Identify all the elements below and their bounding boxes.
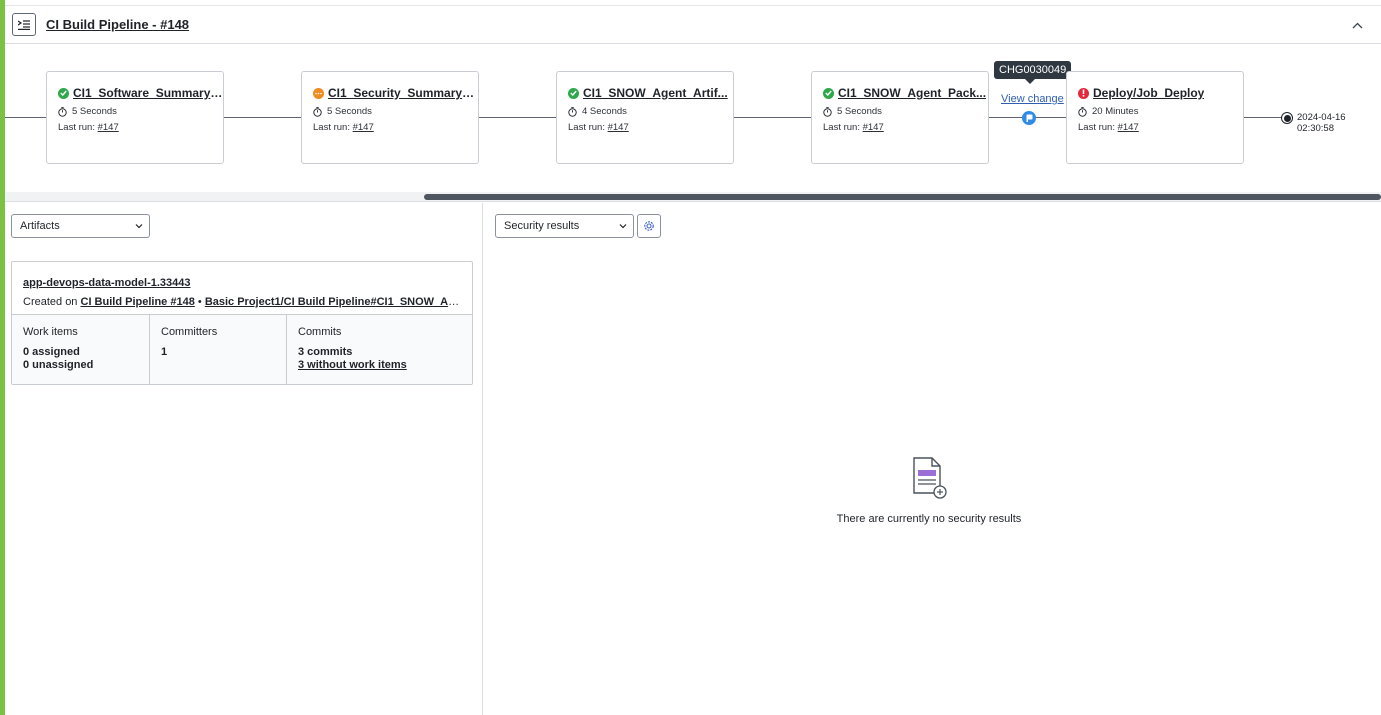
stage-name-link[interactable]: CI1_SNOW_Agent_Pack... — [838, 86, 986, 100]
created-pipeline-link[interactable]: CI Build Pipeline #148 — [81, 296, 195, 308]
stage-duration: 5 Seconds — [837, 106, 882, 117]
security-results-select[interactable]: Security results — [495, 214, 634, 238]
last-run-label: Last run: — [1078, 122, 1115, 133]
stage-last-run: Last run: #147 — [823, 122, 988, 133]
stage-last-run: Last run: #147 — [313, 122, 478, 133]
pipeline-connector — [479, 117, 556, 118]
stopwatch-icon — [313, 106, 322, 117]
stage-card[interactable]: Deploy/Job_Deploy 20 Minutes Last run: #… — [1066, 71, 1244, 164]
stage-name-link[interactable]: CI1_Software_Summary/... — [73, 86, 223, 100]
created-prefix: Created on — [23, 296, 78, 308]
stopwatch-icon — [58, 106, 67, 117]
stage-last-run: Last run: #147 — [1078, 122, 1243, 133]
success-icon — [823, 87, 834, 99]
stage-name-link[interactable]: Deploy/Job_Deploy — [1093, 86, 1204, 100]
toggle-sidebar-button[interactable] — [12, 13, 36, 36]
security-settings-button[interactable] — [637, 214, 661, 238]
committers-metric: Committers 1 — [150, 315, 287, 384]
last-run-label: Last run: — [823, 122, 860, 133]
end-time: 02:30:58 — [1297, 123, 1334, 134]
in-progress-icon — [313, 87, 324, 99]
artifact-card: app-devops-data-model-1.33443 Created on… — [11, 261, 473, 385]
artifacts-select-value: Artifacts — [20, 220, 60, 232]
chevron-down-icon — [619, 224, 627, 229]
metric-label: Commits — [298, 326, 342, 338]
pipeline-connector — [1243, 117, 1285, 118]
artifact-created: Created on CI Build Pipeline #148 • Basi… — [23, 296, 463, 308]
stage-name-link[interactable]: CI1_Security_Summary_... — [328, 86, 478, 100]
change-tooltip: CHG0030049 — [994, 61, 1072, 84]
created-separator: • — [197, 296, 202, 308]
stage-card[interactable]: CI1_SNOW_Agent_Pack... 5 Seconds Last ru… — [811, 71, 989, 164]
empty-message: There are currently no security results — [836, 513, 1022, 525]
security-select-value: Security results — [504, 220, 580, 232]
work-items-unassigned: 0 unassigned — [23, 359, 94, 371]
success-icon — [568, 87, 579, 99]
pipeline-scrollbar[interactable] — [5, 192, 1381, 202]
last-run-label: Last run: — [58, 122, 95, 133]
metric-label: Committers — [161, 326, 218, 338]
success-icon — [58, 87, 69, 99]
committers-count: 1 — [161, 346, 168, 358]
error-icon — [1078, 87, 1089, 99]
stage-duration: 4 Seconds — [582, 106, 627, 117]
metric-label: Work items — [23, 326, 78, 338]
pipeline-flow: CI1_Software_Summary/... 5 Seconds Last … — [5, 44, 1381, 192]
stage-card[interactable]: CI1_Security_Summary_... 5 Seconds Last … — [301, 71, 479, 164]
work-items-metric: Work items 0 assigned 0 unassigned — [12, 315, 150, 384]
chevron-down-icon — [135, 224, 143, 229]
last-run-link[interactable]: #147 — [1118, 122, 1139, 133]
artifact-metrics: Work items 0 assigned 0 unassigned Commi… — [12, 315, 472, 384]
flag-icon — [1026, 114, 1032, 122]
stopwatch-icon — [1078, 106, 1087, 117]
document-add-icon — [913, 457, 947, 499]
stopwatch-icon — [823, 106, 832, 117]
stage-duration: 20 Minutes — [1092, 106, 1139, 117]
commits-without-work-items-link[interactable]: 3 without work items — [298, 359, 407, 371]
gear-icon — [644, 221, 654, 231]
pipeline-connector — [5, 117, 47, 118]
artifacts-panel: Artifacts app-devops-data-model-1.33443 … — [5, 203, 483, 715]
artifact-header: app-devops-data-model-1.33443 Created on… — [12, 262, 472, 315]
stage-duration: 5 Seconds — [72, 106, 117, 117]
scrollbar-thumb[interactable] — [424, 194, 1381, 200]
change-node[interactable] — [1022, 111, 1036, 125]
page-title[interactable]: CI Build Pipeline - #148 — [46, 17, 189, 32]
stage-last-run: Last run: #147 — [568, 122, 733, 133]
last-run-link[interactable]: #147 — [608, 122, 629, 133]
pipeline-end-node — [1281, 112, 1293, 124]
stage-last-run: Last run: #147 — [58, 122, 223, 133]
stage-card[interactable]: CI1_SNOW_Agent_Artif... 4 Seconds Last r… — [556, 71, 734, 164]
list-indent-icon — [18, 19, 30, 30]
artifact-name-link[interactable]: app-devops-data-model-1.33443 — [23, 277, 191, 289]
stage-card[interactable]: CI1_Software_Summary/... 5 Seconds Last … — [46, 71, 224, 164]
empty-state: There are currently no security results — [824, 456, 1034, 525]
last-run-link[interactable]: #147 — [98, 122, 119, 133]
last-run-label: Last run: — [568, 122, 605, 133]
end-date: 2024-04-16 — [1297, 112, 1346, 123]
commits-metric: Commits 3 commits 3 without work items — [287, 315, 472, 384]
commits-count: 3 commits — [298, 346, 353, 358]
stage-duration: 5 Seconds — [327, 106, 372, 117]
artifacts-select[interactable]: Artifacts — [11, 214, 150, 238]
pipeline-header: CI Build Pipeline - #148 — [5, 5, 1381, 44]
created-path-link[interactable]: Basic Project1/CI Build Pipeline#CI1_SNO… — [205, 296, 463, 308]
view-change-link[interactable]: View change — [1001, 93, 1064, 105]
last-run-label: Last run: — [313, 122, 350, 133]
last-run-link[interactable]: #147 — [353, 122, 374, 133]
stage-name-link[interactable]: CI1_SNOW_Agent_Artif... — [583, 86, 728, 100]
pipeline-connector — [224, 117, 301, 118]
security-panel: Security results There are currently no … — [484, 203, 1381, 715]
pipeline-end-time: 2024-04-16 02:30:58 — [1297, 112, 1346, 134]
stopwatch-icon — [568, 106, 577, 117]
collapse-button[interactable] — [1349, 17, 1365, 33]
last-run-link[interactable]: #147 — [863, 122, 884, 133]
work-items-assigned: 0 assigned — [23, 346, 80, 358]
pipeline-connector — [734, 117, 811, 118]
chevron-up-icon — [1352, 22, 1362, 28]
